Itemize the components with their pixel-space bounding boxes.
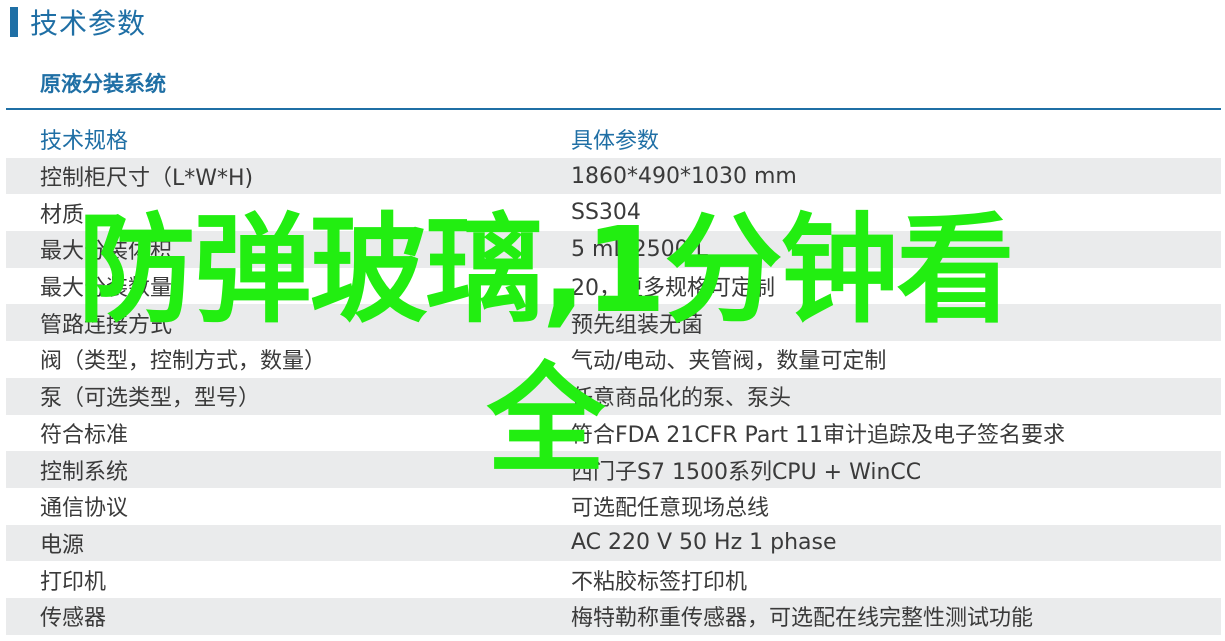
row-label: 通信协议 (40, 496, 129, 522)
page-title: 技术参数 (30, 7, 147, 40)
section-divider (6, 108, 1221, 110)
table-row: 打印机 不粘胶标签打印机 (6, 561, 1221, 598)
column-header-spec: 技术规格 (40, 129, 129, 155)
row-value: 梅特勒称重传感器，可选配在线完整性测试功能 (571, 606, 1034, 632)
row-value: 1860*490*1030 mm (571, 163, 797, 189)
row-label: 电源 (40, 532, 85, 558)
table-header-row: 技术规格 具体参数 (6, 121, 1221, 158)
row-label: 传感器 (40, 606, 107, 632)
row-value: AC 220 V 50 Hz 1 phase (571, 530, 837, 556)
overlay-watermark-text: 防弹玻璃,1分钟看全 (77, 201, 1015, 489)
section-title: 原液分装系统 (40, 72, 166, 96)
table-row: 电源 AC 220 V 50 Hz 1 phase (6, 524, 1221, 562)
table-row: 控制柜尺寸（L*W*H) 1860*490*1030 mm (6, 157, 1221, 195)
row-label: 控制柜尺寸（L*W*H) (40, 166, 254, 192)
column-header-value: 具体参数 (571, 129, 660, 155)
table-row: 传感器 梅特勒称重传感器，可选配在线完整性测试功能 (6, 597, 1221, 635)
header-accent-bar (10, 7, 18, 37)
row-label: 打印机 (40, 569, 107, 595)
row-value: 可选配任意现场总线 (571, 496, 770, 522)
page-header: 技术参数 (10, 4, 146, 40)
row-value: 不粘胶标签打印机 (571, 569, 748, 595)
